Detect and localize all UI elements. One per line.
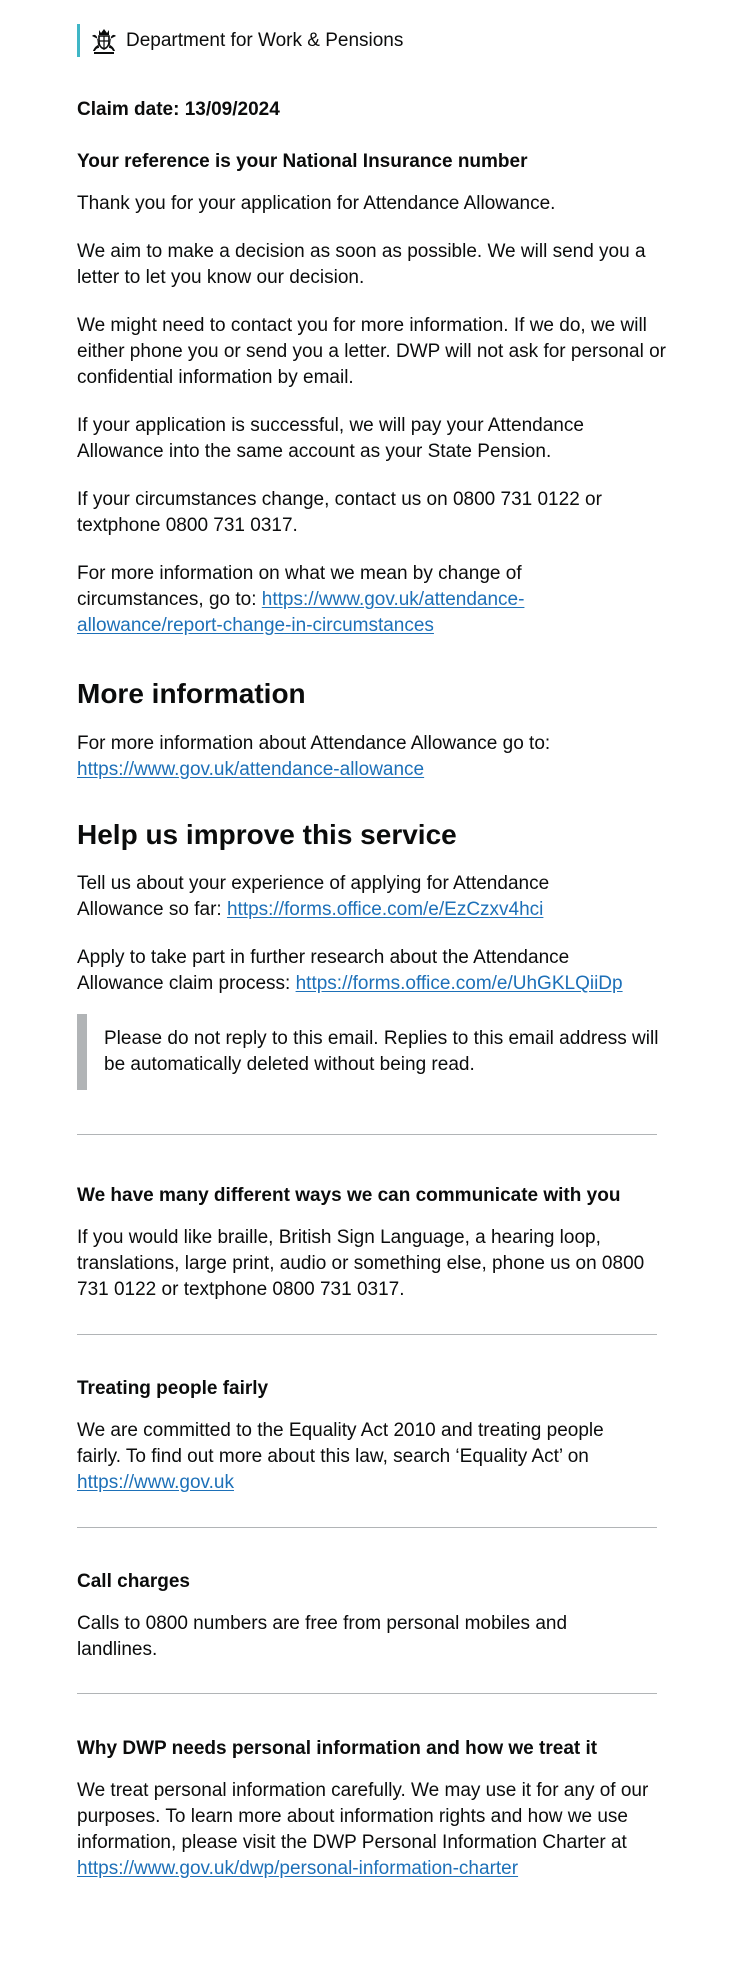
more-information-paragraph: For more information about Attendance Al… [77, 731, 637, 783]
more-information-heading: More information [77, 678, 306, 709]
improve-service-heading: Help us improve this service [77, 819, 457, 850]
personal-information-heading: Why DWP needs personal information and h… [77, 1738, 598, 1759]
section-divider [77, 1527, 657, 1528]
reference-note: Your reference is your National Insuranc… [77, 151, 528, 172]
call-charges-heading: Call charges [77, 1571, 190, 1592]
gov-uk-link[interactable]: https://www.gov.uk [77, 1472, 234, 1493]
experience-paragraph: Tell us about your experience of applyin… [77, 871, 607, 923]
communicate-text: If you would like braille, British Sign … [77, 1227, 645, 1300]
more-information-text: For more information about Attendance Al… [77, 733, 551, 754]
payment-text: If your application is successful, we wi… [77, 415, 584, 462]
section-divider [77, 1134, 657, 1135]
treating-fairly-heading: Treating people fairly [77, 1378, 269, 1399]
contact-text: We might need to contact you for more in… [77, 315, 666, 388]
section-divider [77, 1693, 657, 1694]
decision-text: We aim to make a decision as soon as pos… [77, 241, 646, 288]
personal-information-text: We treat personal information carefully.… [77, 1780, 649, 1853]
treating-fairly-text: We are committed to the Equality Act 201… [77, 1420, 604, 1467]
do-not-reply-notice: Please do not reply to this email. Repli… [77, 1014, 667, 1090]
communicate-heading: We have many different ways we can commu… [77, 1185, 621, 1206]
personal-information-charter-link[interactable]: https://www.gov.uk/dwp/personal-informat… [77, 1858, 518, 1879]
experience-survey-link[interactable]: https://forms.office.com/e/EzCzxv4hci [227, 899, 543, 920]
claim-date: Claim date: 13/09/2024 [77, 99, 280, 120]
royal-crest-icon [92, 28, 116, 54]
do-not-reply-text: Please do not reply to this email. Repli… [104, 1028, 659, 1075]
research-paragraph: Apply to take part in further research a… [77, 945, 657, 997]
email-page: Department for Work & Pensions Claim dat… [0, 0, 732, 1969]
attendance-allowance-link[interactable]: https://www.gov.uk/attendance-allowance [77, 759, 424, 780]
treating-fairly-paragraph: We are committed to the Equality Act 201… [77, 1418, 647, 1496]
personal-information-paragraph: We treat personal information carefully.… [77, 1778, 652, 1882]
thanks-text: Thank you for your application for Atten… [77, 193, 556, 214]
change-text: If your circumstances change, contact us… [77, 489, 602, 536]
research-signup-link[interactable]: https://forms.office.com/e/UhGKLQiiDp [296, 973, 623, 994]
section-divider [77, 1334, 657, 1335]
change-info-paragraph: For more information on what we mean by … [77, 561, 597, 639]
department-name: Department for Work & Pensions [126, 29, 404, 51]
call-charges-text: Calls to 0800 numbers are free from pers… [77, 1613, 568, 1660]
department-header: Department for Work & Pensions [77, 24, 403, 57]
